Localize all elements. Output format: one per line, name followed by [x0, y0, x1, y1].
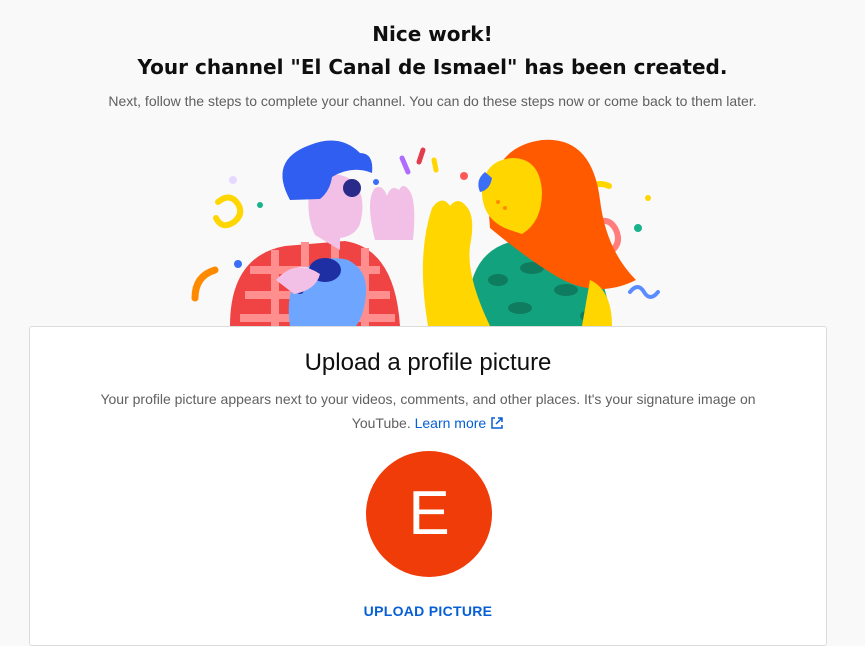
learn-more-link[interactable]: Learn more: [415, 415, 505, 431]
card-title: Upload a profile picture: [304, 349, 552, 376]
external-link-icon: [490, 413, 504, 429]
channel-created-title: Your channel "El Canal de Ismael" has be…: [137, 55, 728, 79]
page-subtitle: Next, follow the steps to complete your …: [108, 93, 757, 109]
celebration-illustration: [180, 130, 680, 326]
profile-picture-card: Upload a profile picture Your profile pi…: [29, 326, 827, 646]
upload-picture-button[interactable]: UPLOAD PICTURE: [328, 595, 528, 625]
learn-more-label: Learn more: [414, 415, 487, 431]
card-description: Your profile picture appears next to you…: [100, 387, 756, 435]
avatar: E: [366, 451, 492, 577]
page-title: Nice work!: [372, 22, 493, 46]
